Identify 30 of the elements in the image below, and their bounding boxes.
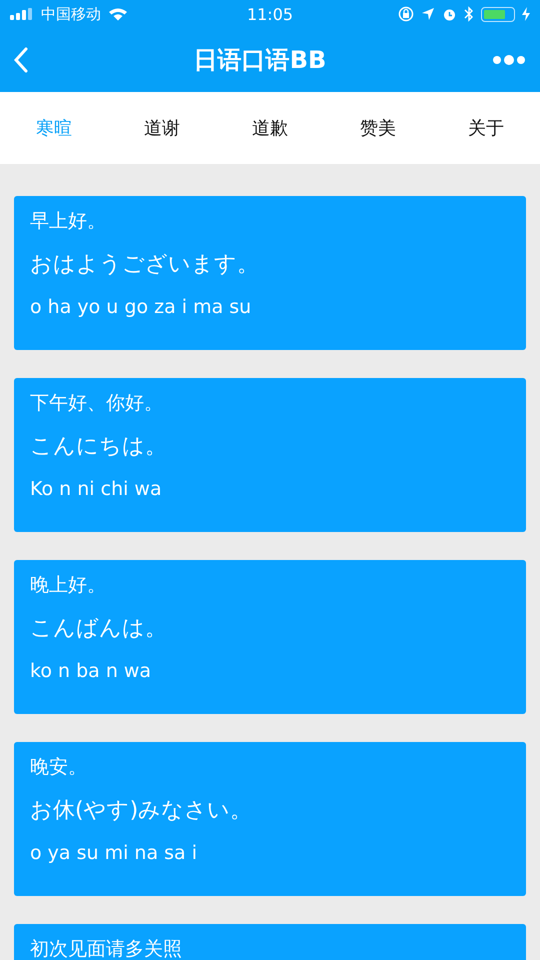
chinese-text: 下午好、你好。 <box>30 391 164 416</box>
romaji-text: o ha yo u go za i ma su <box>30 295 252 320</box>
chinese-text: 晚上好。 <box>30 573 107 598</box>
status-time: 11:05 <box>246 4 294 24</box>
signal-icon <box>10 8 34 20</box>
back-button[interactable] <box>14 47 28 73</box>
japanese-text: お休(やす)みなさい。 <box>30 797 254 825</box>
chinese-text: 晚安。 <box>30 755 88 780</box>
alarm-icon <box>442 6 457 22</box>
carrier-name: 中国移动 <box>41 4 101 24</box>
japanese-text: おはようございます。 <box>30 251 260 279</box>
wifi-icon <box>108 7 128 21</box>
chinese-text: 初次见面请多关照 <box>30 937 183 960</box>
japanese-text: こんにちは。 <box>30 433 168 461</box>
rotation-lock-icon <box>398 6 414 22</box>
tab[interactable]: 道歉 <box>216 92 324 164</box>
tab[interactable]: 关于 <box>432 92 540 164</box>
bluetooth-icon <box>464 6 474 22</box>
romaji-text: Ko n ni chi wa <box>30 477 163 502</box>
charging-icon <box>522 7 530 21</box>
page-title: 日语口语BB <box>194 45 326 76</box>
more-icon[interactable] <box>492 54 526 66</box>
tab[interactable]: 赞美 <box>324 92 432 164</box>
chinese-text: 早上好。 <box>30 209 107 234</box>
japanese-text: こんばんは。 <box>30 615 168 643</box>
battery-icon <box>481 6 515 22</box>
romaji-text: o ya su mi na sa i <box>30 841 198 866</box>
location-icon <box>421 7 435 21</box>
romaji-text: ko n ba n wa <box>30 659 152 684</box>
tab[interactable]: 道谢 <box>108 92 216 164</box>
